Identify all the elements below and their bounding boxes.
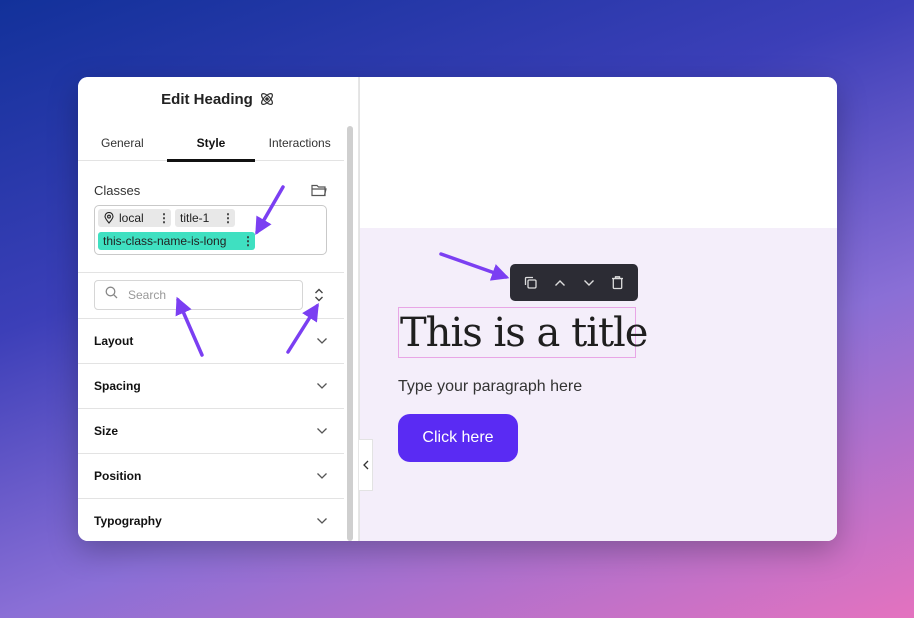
chevron-down-icon [317, 473, 327, 479]
panel-title: Edit Heading [161, 90, 253, 108]
class-selector[interactable]: local ⋮ title-1 ⋮ this-class-name-is-lon… [94, 205, 327, 255]
chip-menu-icon[interactable]: ⋮ [221, 211, 235, 225]
section-typography[interactable]: Typography [78, 499, 344, 541]
search-row [78, 273, 344, 319]
sort-icon[interactable] [313, 287, 325, 303]
tab-general[interactable]: General [78, 133, 167, 160]
folder-icon[interactable] [311, 183, 327, 197]
search-input[interactable] [128, 288, 288, 302]
chevron-down-icon [317, 428, 327, 434]
section-position[interactable]: Position [78, 454, 344, 499]
section-spacing[interactable]: Spacing [78, 364, 344, 409]
chevron-down-icon [317, 518, 327, 524]
classes-label: Classes [94, 183, 141, 198]
tab-style[interactable]: Style [166, 133, 256, 162]
move-up-icon[interactable] [551, 274, 569, 292]
class-chip-long[interactable]: this-class-name-is-long ⋮ [98, 232, 255, 250]
section-label: Position [94, 469, 142, 483]
chip-menu-icon[interactable]: ⋮ [241, 234, 255, 248]
chevron-left-icon [362, 460, 368, 470]
chevron-down-icon [317, 383, 327, 389]
canvas-stage: This is a title Type your paragraph here… [360, 228, 837, 541]
panel-scrollbar[interactable] [347, 126, 353, 541]
style-panel: Edit Heading General Style Interactions … [78, 77, 359, 541]
classes-section: Classes local ⋮ title-1 ⋮ this-class-nam… [78, 161, 344, 273]
chip-label: local [119, 211, 144, 225]
move-down-icon[interactable] [580, 274, 598, 292]
paragraph-text[interactable]: Type your paragraph here [398, 378, 582, 396]
atom-icon [259, 91, 275, 107]
class-chip-local[interactable]: local ⋮ [98, 209, 171, 227]
editor-window: Edit Heading General Style Interactions … [78, 77, 837, 541]
element-toolbar [510, 264, 638, 301]
section-label: Typography [94, 514, 162, 528]
selected-heading[interactable]: This is a title [398, 307, 648, 358]
heading-text[interactable]: This is a title [400, 310, 648, 356]
canvas: This is a title Type your paragraph here… [360, 77, 837, 541]
click-here-button[interactable]: Click here [398, 414, 518, 462]
section-label: Size [94, 424, 119, 438]
chip-label: title-1 [180, 211, 210, 225]
location-pin-icon [103, 212, 115, 224]
chip-menu-icon[interactable]: ⋮ [157, 211, 171, 225]
panel-tabs: General Style Interactions [78, 133, 344, 162]
section-layout[interactable]: Layout [78, 319, 344, 364]
chip-label: this-class-name-is-long [103, 234, 227, 248]
collapse-panel-toggle[interactable] [359, 439, 373, 491]
panel-header: Edit Heading [78, 77, 358, 121]
chevron-down-icon [317, 338, 327, 344]
trash-icon[interactable] [609, 274, 627, 292]
search-icon [105, 286, 118, 304]
tab-interactions[interactable]: Interactions [255, 133, 344, 160]
section-label: Spacing [94, 379, 141, 393]
class-chip-title-1[interactable]: title-1 ⋮ [175, 209, 235, 227]
section-size[interactable]: Size [78, 409, 344, 454]
search-field[interactable] [94, 280, 303, 310]
duplicate-icon[interactable] [522, 274, 540, 292]
section-label: Layout [94, 334, 134, 348]
